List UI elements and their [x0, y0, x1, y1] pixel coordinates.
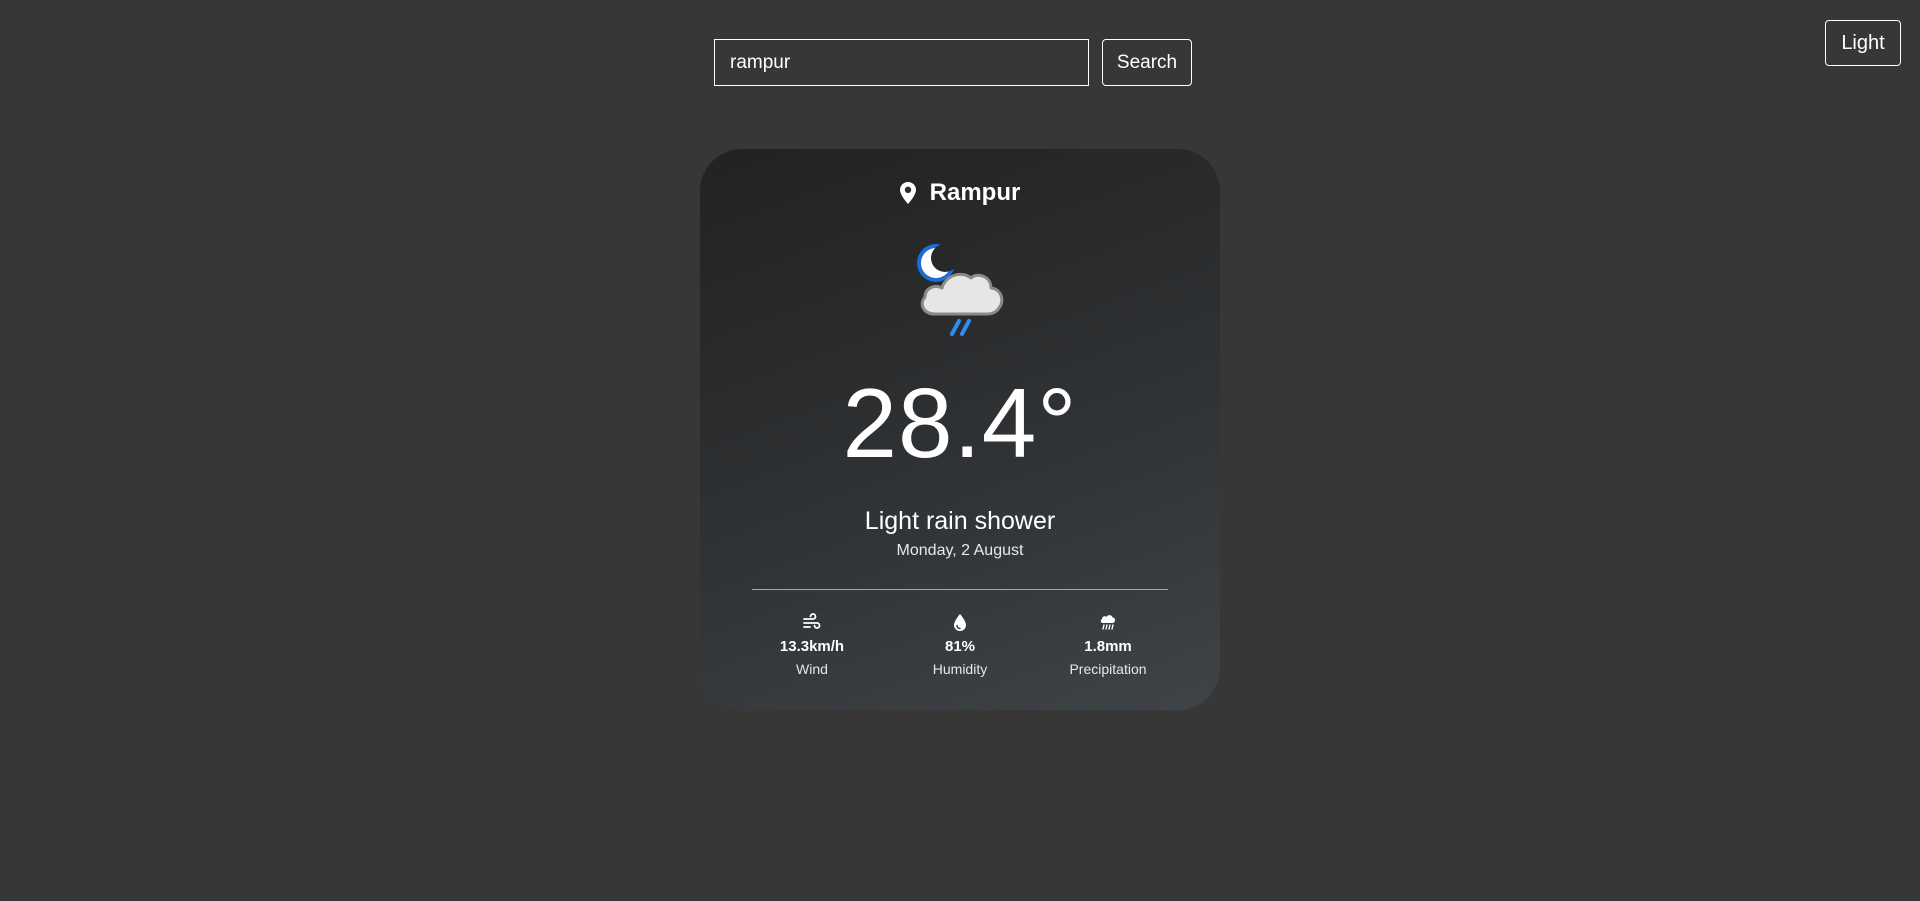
cloud-rain-icon [1098, 612, 1118, 632]
page: Light Search Rampur 28.4° [0, 0, 1920, 901]
theme-toggle-button[interactable]: Light [1825, 20, 1901, 66]
precipitation-value: 1.8mm [1084, 638, 1132, 655]
search-input[interactable] [714, 39, 1089, 86]
weather-stats: 13.3km/h Wind 81% Humidity 1.8mm Precipi… [752, 612, 1168, 677]
current-date: Monday, 2 August [896, 542, 1024, 559]
wind-icon [802, 612, 822, 632]
location-header: Rampur [700, 179, 1220, 207]
water-drop-icon [950, 612, 970, 632]
humidity-stat: 81% Humidity [900, 612, 1020, 677]
weather-card: Rampur 28.4° Light rain shower Monday, 2… [700, 149, 1220, 710]
temperature-value: 28.4° [842, 368, 1078, 478]
wind-value: 13.3km/h [779, 638, 845, 655]
night-cloud-rain-icon [905, 234, 1015, 344]
location-name: Rampur [929, 179, 1021, 206]
location-pin-icon [899, 182, 916, 204]
search-bar: Search [714, 39, 1192, 86]
divider [752, 589, 1168, 590]
weather-condition: Light rain shower [864, 507, 1056, 535]
humidity-label: Humidity [932, 661, 988, 677]
wind-stat: 13.3km/h Wind [752, 612, 872, 677]
precipitation-stat: 1.8mm Precipitation [1048, 612, 1168, 677]
humidity-value: 81% [944, 638, 976, 655]
precipitation-label: Precipitation [1069, 661, 1147, 677]
search-button[interactable]: Search [1102, 39, 1192, 86]
wind-label: Wind [796, 661, 828, 677]
